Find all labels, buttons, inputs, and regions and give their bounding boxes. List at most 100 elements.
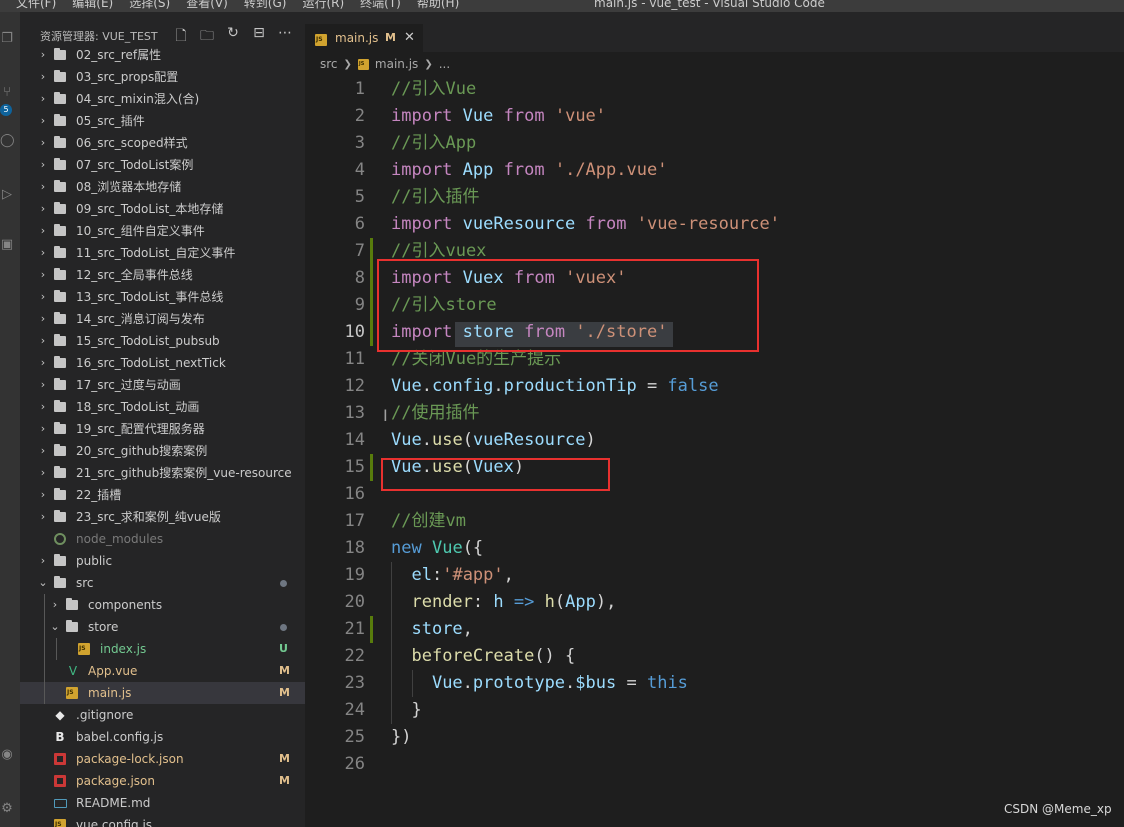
chevron-right-icon[interactable]: ›: [38, 484, 48, 506]
settings-gear-icon[interactable]: ⚙: [0, 802, 14, 816]
file-tree-item[interactable]: › 14_src_消息订阅与发布: [20, 308, 305, 330]
chevron-right-icon[interactable]: ›: [38, 110, 48, 132]
chevron-right-icon[interactable]: ›: [38, 440, 48, 462]
file-tree-item[interactable]: › 20_src_github搜索案例: [20, 440, 305, 462]
menu-item[interactable]: 查看(V): [186, 0, 228, 10]
chevron-right-icon[interactable]: ›: [38, 308, 48, 330]
file-tree-item[interactable]: › 06_src_scoped样式: [20, 132, 305, 154]
debug-icon[interactable]: ◯: [0, 134, 15, 148]
file-tree-item[interactable]: Bbabel.config.js: [20, 726, 305, 748]
folder-icon: [66, 598, 78, 610]
file-tree-item[interactable]: › 21_src_github搜索案例_vue-resource: [20, 462, 305, 484]
file-tree-item[interactable]: index.js U: [20, 638, 305, 660]
chevron-right-icon[interactable]: ›: [38, 462, 48, 484]
close-icon[interactable]: ✕: [404, 30, 415, 45]
menu-item[interactable]: 终端(T): [360, 0, 401, 10]
code-line: 18 new Vue({: [305, 535, 1124, 562]
chevron-right-icon[interactable]: ›: [38, 242, 48, 264]
file-tree-item[interactable]: › 12_src_全局事件总线: [20, 264, 305, 286]
chevron-right-icon[interactable]: ›: [50, 594, 60, 616]
file-tree-item[interactable]: main.js M: [20, 682, 305, 704]
file-tree-item[interactable]: › 22_插槽: [20, 484, 305, 506]
source-control-icon[interactable]: ⑂: [0, 86, 14, 100]
chevron-right-icon[interactable]: ›: [38, 88, 48, 110]
chevron-right-icon[interactable]: ›: [38, 44, 48, 66]
file-tree-item[interactable]: › 11_src_TodoList_自定义事件: [20, 242, 305, 264]
file-tree-item[interactable]: README.md: [20, 792, 305, 814]
code-token: App: [565, 592, 596, 612]
file-tree-item[interactable]: vue.config.js: [20, 814, 305, 827]
file-tree-label: 09_src_TodoList_本地存储: [76, 202, 224, 216]
file-tree-item[interactable]: ⌄ src: [20, 572, 305, 594]
menu-item[interactable]: 编辑(E): [72, 0, 113, 10]
code-text: //引入App: [391, 130, 476, 157]
menu-item[interactable]: 帮助(H): [417, 0, 459, 10]
file-tree-item[interactable]: ◆ .gitignore: [20, 704, 305, 726]
code-text: }): [391, 724, 411, 751]
breadcrumb-symbol[interactable]: ...: [439, 57, 450, 71]
chevron-right-icon[interactable]: ›: [38, 264, 48, 286]
chevron-right-icon[interactable]: ›: [38, 506, 48, 528]
explorer-icon[interactable]: ❐: [0, 32, 14, 46]
chevron-right-icon[interactable]: ›: [38, 176, 48, 198]
line-number: 8: [354, 268, 365, 288]
file-tree-item[interactable]: › 13_src_TodoList_事件总线: [20, 286, 305, 308]
chevron-right-icon[interactable]: ›: [38, 352, 48, 374]
code-token: ),: [595, 592, 617, 612]
file-tree-item[interactable]: › 09_src_TodoList_本地存储: [20, 198, 305, 220]
code-token: (: [462, 430, 473, 450]
file-tree-item[interactable]: › 15_src_TodoList_pubsub: [20, 330, 305, 352]
chevron-right-icon[interactable]: ›: [38, 220, 48, 242]
file-tree-item[interactable]: › 23_src_求和案例_纯vue版: [20, 506, 305, 528]
breadcrumb-src[interactable]: src: [320, 57, 338, 71]
code-token: from: [503, 160, 545, 180]
extensions-icon[interactable]: ▣: [0, 238, 14, 252]
breadcrumb-file[interactable]: main.js: [375, 57, 418, 71]
chevron-right-icon[interactable]: ›: [38, 132, 48, 154]
code-text: import Vue from 'vue': [391, 103, 606, 130]
chevron-right-icon[interactable]: ›: [38, 396, 48, 418]
file-tree-item[interactable]: › 10_src_组件自定义事件: [20, 220, 305, 242]
file-tree-item[interactable]: › 02_src_ref属性: [20, 44, 305, 66]
file-tree-item[interactable]: › public: [20, 550, 305, 572]
file-tree-item[interactable]: › components: [20, 594, 305, 616]
code-editor[interactable]: 1 //引入Vue 2 import Vue from 'vue' 3 //引入App 4 i…: [305, 76, 1124, 778]
chevron-right-icon[interactable]: ›: [38, 330, 48, 352]
file-tree-item[interactable]: › 08_浏览器本地存储: [20, 176, 305, 198]
file-tree-item[interactable]: V App.vue M: [20, 660, 305, 682]
run-icon[interactable]: ▷: [0, 188, 14, 202]
code-token: (: [554, 592, 566, 612]
chevron-right-icon[interactable]: ›: [38, 286, 48, 308]
menu-item[interactable]: 文件(F): [16, 0, 56, 10]
menu-item[interactable]: 转到(G): [244, 0, 287, 10]
chevron-right-icon[interactable]: ›: [38, 550, 48, 572]
file-tree-item[interactable]: › 03_src_props配置: [20, 66, 305, 88]
file-tree-item[interactable]: › 17_src_过度与动画: [20, 374, 305, 396]
menu-item[interactable]: 选择(S): [129, 0, 170, 10]
file-tree-item[interactable]: node_modules: [20, 528, 305, 550]
git-status-badge: M: [279, 752, 290, 765]
file-tree-label: components: [88, 598, 163, 612]
menu-item[interactable]: 运行(R): [302, 0, 344, 10]
file-tree-item[interactable]: › 07_src_TodoList案例: [20, 154, 305, 176]
account-icon[interactable]: ◉: [0, 748, 14, 762]
file-tree-item[interactable]: package-lock.json M: [20, 748, 305, 770]
chevron-down-icon[interactable]: ⌄: [50, 616, 60, 638]
file-tree-item[interactable]: › 05_src_插件: [20, 110, 305, 132]
file-tree-item[interactable]: › 18_src_TodoList_动画: [20, 396, 305, 418]
folder-icon: [54, 92, 66, 104]
file-tree-item[interactable]: ⌄ store: [20, 616, 305, 638]
chevron-down-icon[interactable]: ⌄: [38, 572, 48, 594]
chevron-right-icon[interactable]: ›: [38, 66, 48, 88]
file-tree-item[interactable]: package.json M: [20, 770, 305, 792]
file-tree-item[interactable]: › 16_src_TodoList_nextTick: [20, 352, 305, 374]
file-tree-item[interactable]: › 19_src_配置代理服务器: [20, 418, 305, 440]
code-line: 19 el:'#app',: [305, 562, 1124, 589]
chevron-right-icon[interactable]: ›: [38, 374, 48, 396]
chevron-right-icon[interactable]: ›: [38, 418, 48, 440]
chevron-right-icon[interactable]: ›: [38, 198, 48, 220]
code-token: .: [421, 376, 432, 396]
tab-main-js[interactable]: main.js M ✕: [305, 24, 423, 52]
chevron-right-icon[interactable]: ›: [38, 154, 48, 176]
file-tree-item[interactable]: › 04_src_mixin混入(合): [20, 88, 305, 110]
